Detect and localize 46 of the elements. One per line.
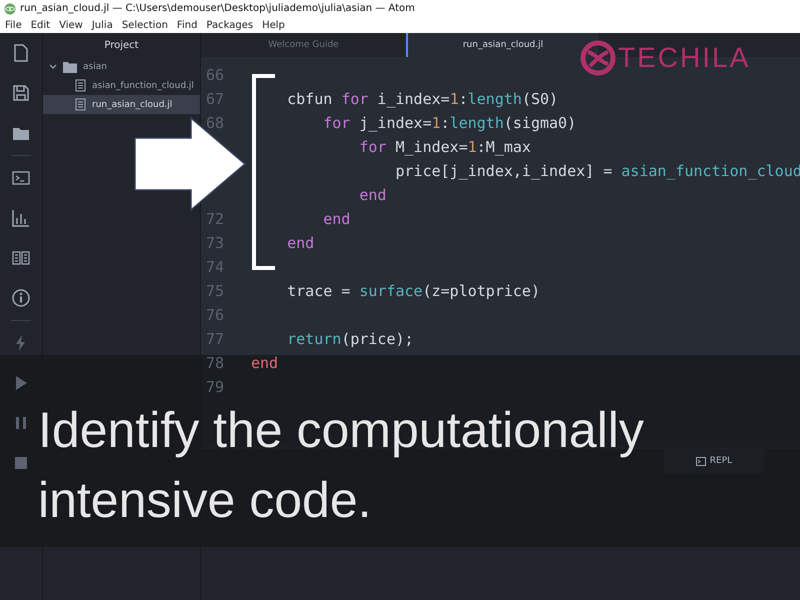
chevron-icon	[49, 62, 57, 70]
folder-icon	[63, 60, 77, 72]
tree-item[interactable]: asian_function_cloud.jl	[43, 76, 200, 95]
code-line: trace = surface(z=plotprice)	[286, 282, 540, 300]
line-number: 67	[206, 90, 224, 108]
code-line: end	[322, 210, 350, 228]
logo-mark-icon	[580, 40, 616, 76]
line-number: 68	[206, 114, 224, 132]
bar-chart-icon[interactable]	[11, 208, 31, 228]
terminal-icon	[696, 456, 706, 466]
menu-item[interactable]: Find	[176, 20, 198, 30]
code-line: end	[251, 354, 278, 372]
info-icon[interactable]	[11, 288, 31, 308]
tree-item[interactable]: run_asian_cloud.jl	[43, 95, 200, 114]
repl-tab[interactable]: REPL	[664, 449, 764, 473]
code-line: end	[286, 234, 314, 252]
atom-logo-icon	[4, 2, 16, 14]
code-line: for j_index=1:length(sigma0)	[322, 114, 576, 132]
line-number: 75	[206, 282, 224, 300]
line-number: 74	[206, 258, 224, 276]
code-line: end	[358, 186, 386, 204]
menu-item[interactable]: Selection	[122, 20, 168, 30]
line-number: 72	[206, 210, 224, 228]
menu-item[interactable]: Julia	[92, 20, 113, 30]
panel-title: Project	[103, 38, 140, 52]
logo-text: TECHILA	[618, 42, 750, 74]
document-icon	[75, 98, 86, 111]
document-icon	[75, 79, 86, 92]
line-number: 66	[206, 66, 224, 84]
menu-item[interactable]: Edit	[30, 20, 50, 30]
caption-text: Identify the computationally intensive code.	[38, 401, 645, 530]
line-number: 76	[206, 306, 224, 324]
line-number: 73	[206, 234, 224, 252]
code-line: for M_index=1:M_max	[358, 138, 531, 156]
line-number: 78	[206, 354, 224, 372]
tree-item[interactable]: asian	[43, 57, 200, 76]
window-title: run_asian_cloud.jl — C:\Users\demouser\Desktop\juliademo\julia\asian — Atom	[20, 3, 415, 14]
editor-tab[interactable]: run_asian_cloud.jl	[408, 33, 598, 57]
code-line: cbfun for i_index=1:length(S0)	[286, 90, 558, 108]
line-number: 79	[206, 378, 224, 396]
menu-item[interactable]: Packages	[206, 20, 254, 30]
code-line: return(price);	[286, 330, 414, 348]
menu-item[interactable]: Help	[262, 20, 285, 30]
menu-item[interactable]: File	[5, 20, 22, 30]
menu-item[interactable]: View	[59, 20, 83, 30]
line-number: 77	[206, 330, 224, 348]
